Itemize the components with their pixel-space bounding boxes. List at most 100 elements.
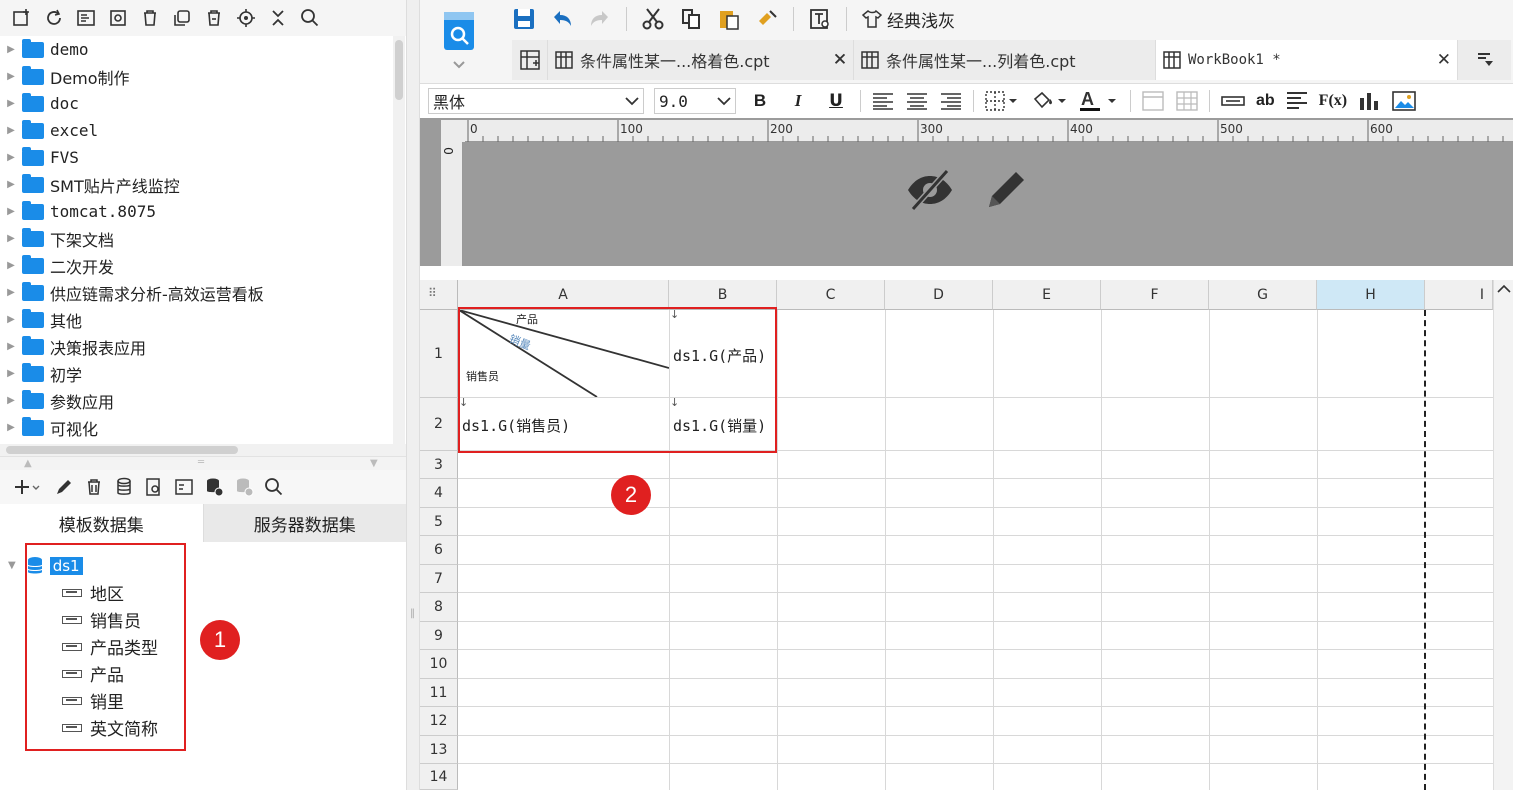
- font-color-icon[interactable]: A: [1078, 89, 1120, 113]
- column-header[interactable]: F: [1101, 280, 1209, 310]
- preview-dataset-icon[interactable]: [144, 477, 164, 497]
- grid-vertical-scrollbar[interactable]: [1493, 280, 1513, 790]
- expand-arrow-icon[interactable]: ▶: [0, 233, 22, 244]
- row-header[interactable]: 5: [420, 508, 458, 536]
- copy-icon[interactable]: [172, 8, 192, 28]
- edit-icon[interactable]: [54, 477, 74, 497]
- expand-arrow-icon[interactable]: ▶: [0, 287, 22, 298]
- align-center-icon[interactable]: [905, 91, 929, 111]
- tree-hscroll-thumb[interactable]: [6, 446, 238, 454]
- column-header[interactable]: I: [1425, 280, 1493, 310]
- tree-item[interactable]: ▶ 初学: [0, 360, 82, 387]
- row-header[interactable]: 3: [420, 451, 458, 479]
- delete-icon[interactable]: [140, 8, 160, 28]
- row-header[interactable]: 9: [420, 622, 458, 650]
- undo-icon[interactable]: [550, 7, 574, 31]
- underline-button[interactable]: U: [822, 91, 850, 111]
- tree-item[interactable]: ▶ 其他: [0, 306, 82, 333]
- row-header[interactable]: 6: [420, 536, 458, 565]
- expand-arrow-icon[interactable]: ▶: [0, 98, 22, 109]
- redo-icon[interactable]: [588, 7, 612, 31]
- column-header[interactable]: D: [885, 280, 993, 310]
- paste-icon[interactable]: [717, 7, 741, 31]
- cut-icon[interactable]: [641, 7, 665, 31]
- delete-dataset-icon[interactable]: [84, 477, 104, 497]
- scroll-up-icon[interactable]: [1497, 284, 1511, 294]
- expand-arrow-icon[interactable]: ▶: [0, 44, 22, 55]
- tree-item[interactable]: ▶ tomcat.8075: [0, 198, 156, 225]
- tab-template-dataset[interactable]: 模板数据集: [0, 504, 203, 542]
- align-right-icon[interactable]: [939, 91, 963, 111]
- bold-button[interactable]: B: [746, 91, 774, 111]
- save-icon[interactable]: [512, 7, 536, 31]
- tree-item[interactable]: ▶ 可视化: [0, 414, 98, 441]
- expand-arrow-icon[interactable]: ▶: [0, 260, 22, 271]
- font-family-select[interactable]: 黑体: [428, 88, 644, 114]
- tab-list-menu[interactable]: [1458, 40, 1511, 80]
- tree-item[interactable]: ▶ 二次开发: [0, 252, 114, 279]
- pencil-icon[interactable]: [983, 160, 1029, 220]
- database-icon[interactable]: [114, 477, 134, 497]
- dataset-param-icon[interactable]: [174, 477, 194, 497]
- insert-text-button[interactable]: ab: [1256, 92, 1275, 110]
- vertical-splitter[interactable]: ‖: [406, 0, 420, 790]
- tree-scroll-thumb[interactable]: [395, 40, 403, 100]
- tree-item[interactable]: ▶ doc: [0, 90, 79, 117]
- row-header[interactable]: 4: [420, 479, 458, 508]
- collapse-arrow-icon[interactable]: ▼: [8, 560, 16, 571]
- search-icon[interactable]: [300, 8, 320, 28]
- settings-icon[interactable]: [108, 8, 128, 28]
- panel-splitter[interactable]: ▲ ═ ▼: [0, 456, 406, 470]
- expand-arrow-icon[interactable]: ▶: [0, 71, 22, 82]
- tab-template-1[interactable]: 条件属性某一...格着色.cpt ✕: [548, 40, 854, 80]
- chart-icon[interactable]: [1357, 90, 1381, 112]
- expand-arrow-icon[interactable]: ▶: [0, 314, 22, 325]
- column-header[interactable]: B: [669, 280, 777, 310]
- row-header[interactable]: 13: [420, 736, 458, 764]
- border-icon[interactable]: [984, 90, 1020, 112]
- expand-arrow-icon[interactable]: ▶: [0, 368, 22, 379]
- fill-color-icon[interactable]: [1030, 90, 1068, 112]
- expand-arrow-icon[interactable]: ▶: [0, 206, 22, 217]
- align-left-icon[interactable]: [871, 91, 895, 111]
- tree-item[interactable]: ▶ Demo制作: [0, 63, 130, 90]
- column-header[interactable]: A: [458, 280, 669, 310]
- tree-item[interactable]: ▶ SMT贴片产线监控: [0, 171, 180, 198]
- theme-button[interactable]: 经典浅灰: [861, 7, 955, 32]
- tree-item[interactable]: ▶ 下架文档: [0, 225, 114, 252]
- collapse-up-icon[interactable]: ▲: [24, 458, 32, 469]
- column-header[interactable]: C: [777, 280, 885, 310]
- drag-handle-icon[interactable]: ═: [198, 457, 204, 468]
- select-all-corner[interactable]: ⠿: [420, 280, 458, 310]
- tree-item[interactable]: ▶ 决策报表应用: [0, 333, 146, 360]
- copy-cell-icon[interactable]: [679, 7, 703, 31]
- tree-item[interactable]: ▶ FVS: [0, 144, 79, 171]
- rich-text-icon[interactable]: [1285, 90, 1309, 112]
- image-icon[interactable]: [1391, 90, 1417, 112]
- close-icon[interactable]: ✕: [833, 50, 847, 70]
- format-painter-icon[interactable]: [755, 7, 779, 31]
- lock-file-icon[interactable]: [204, 8, 224, 28]
- row-header[interactable]: 7: [420, 565, 458, 593]
- row-header[interactable]: 8: [420, 593, 458, 622]
- grid-tab-icon[interactable]: [512, 40, 548, 80]
- splitter-grip-icon[interactable]: ‖: [410, 608, 415, 619]
- refresh-icon[interactable]: [44, 8, 64, 28]
- column-header[interactable]: G: [1209, 280, 1317, 310]
- expand-arrow-icon[interactable]: ▶: [0, 341, 22, 352]
- row-header[interactable]: 10: [420, 650, 458, 679]
- insert-field-icon[interactable]: [1220, 90, 1246, 112]
- tab-server-dataset[interactable]: 服务器数据集: [202, 504, 406, 542]
- collapse-all-icon[interactable]: [268, 8, 288, 28]
- tree-item[interactable]: ▶ 参数应用: [0, 387, 114, 414]
- locate-icon[interactable]: [236, 8, 256, 28]
- italic-button[interactable]: I: [784, 91, 812, 111]
- expand-arrow-icon[interactable]: ▶: [0, 179, 22, 190]
- text-search-icon[interactable]: [808, 7, 832, 31]
- tab-template-2[interactable]: 条件属性某一...列着色.cpt: [854, 40, 1156, 80]
- row-header[interactable]: 1: [420, 310, 458, 398]
- collapse-down-icon[interactable]: ▼: [370, 458, 378, 469]
- new-folder-icon[interactable]: [12, 8, 32, 28]
- formula-button[interactable]: F(x): [1319, 92, 1347, 110]
- font-size-select[interactable]: 9.0: [654, 88, 736, 114]
